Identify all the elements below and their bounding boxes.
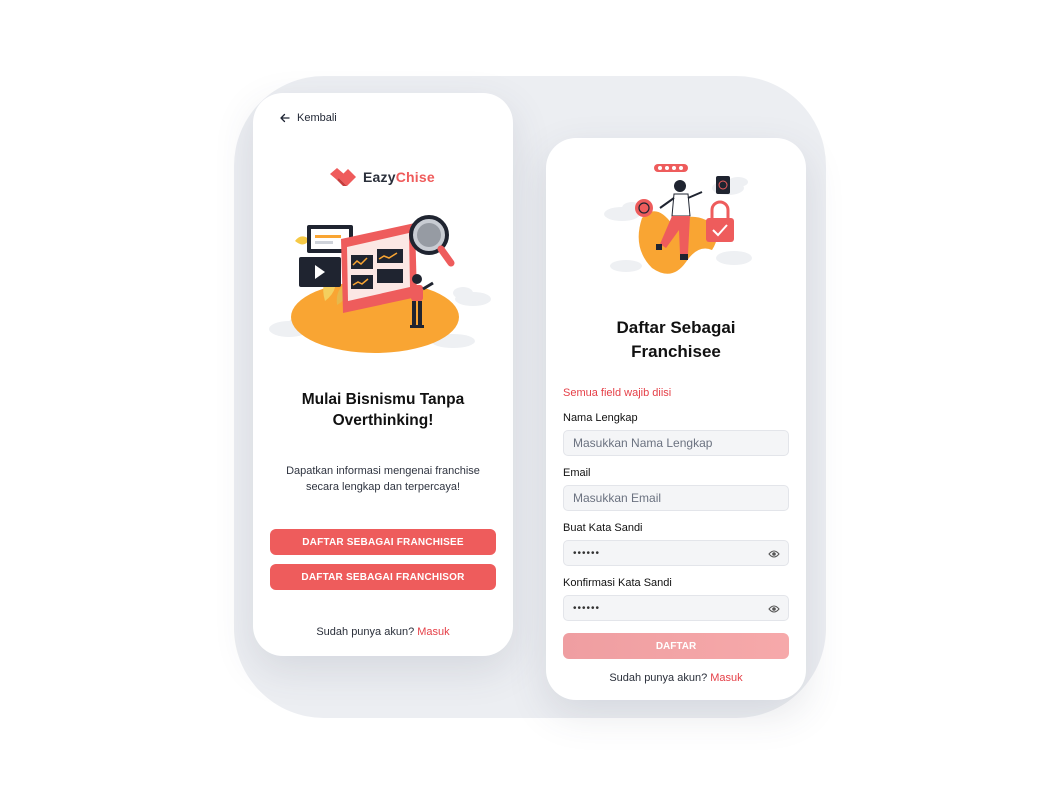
email-input[interactable] <box>573 491 779 505</box>
register-franchisee-screen: Daftar Sebagai Franchisee Semua field wa… <box>546 138 806 700</box>
register-franchisee-button[interactable]: DAFTAR SEBAGAI FRANCHISEE <box>270 529 496 555</box>
eye-icon[interactable] <box>768 549 780 559</box>
logo-mark-icon <box>330 168 356 186</box>
full-name-field[interactable] <box>563 430 789 456</box>
brand-logo: EazyChise <box>329 166 435 188</box>
full-name-input[interactable] <box>573 436 779 450</box>
full-name-label: Nama Lengkap <box>563 412 638 424</box>
business-illustration <box>269 215 491 353</box>
logo-text-part2: Chise <box>395 169 435 185</box>
password-value: •••••• <box>573 547 601 559</box>
password-field[interactable]: •••••• <box>563 540 789 566</box>
arrow-left-icon <box>280 113 290 123</box>
confirm-password-field[interactable]: •••••• <box>563 595 789 621</box>
onboarding-screen: Kembali EazyChise Mulai Bisnismu Tanpa O… <box>253 93 513 656</box>
security-illustration <box>604 164 752 274</box>
confirm-password-label: Konfirmasi Kata Sandi <box>563 577 672 589</box>
required-note: Semua field wajib diisi <box>563 387 672 399</box>
register-franchisor-button[interactable]: DAFTAR SEBAGAI FRANCHISOR <box>270 564 496 590</box>
eye-icon[interactable] <box>768 604 780 614</box>
login-prompt: Sudah punya akun? Masuk <box>609 672 743 684</box>
logo-text-part1: Eazy <box>363 169 396 185</box>
form-title: Daftar Sebagai Franchisee <box>616 318 736 361</box>
back-label: Kembali <box>297 112 337 124</box>
password-label: Buat Kata Sandi <box>563 522 643 534</box>
page-subtitle: Dapatkan informasi mengenai franchise se… <box>286 465 480 493</box>
login-prompt: Sudah punya akun? Masuk <box>316 626 450 638</box>
email-label: Email <box>563 467 591 479</box>
page-title: Mulai Bisnismu Tanpa Overthinking! <box>301 391 465 429</box>
confirm-password-value: •••••• <box>573 602 601 614</box>
back-button[interactable]: Kembali <box>280 112 337 124</box>
email-field[interactable] <box>563 485 789 511</box>
register-button[interactable]: DAFTAR <box>563 633 789 659</box>
login-link[interactable]: Masuk <box>417 626 449 638</box>
login-link[interactable]: Masuk <box>710 672 742 684</box>
